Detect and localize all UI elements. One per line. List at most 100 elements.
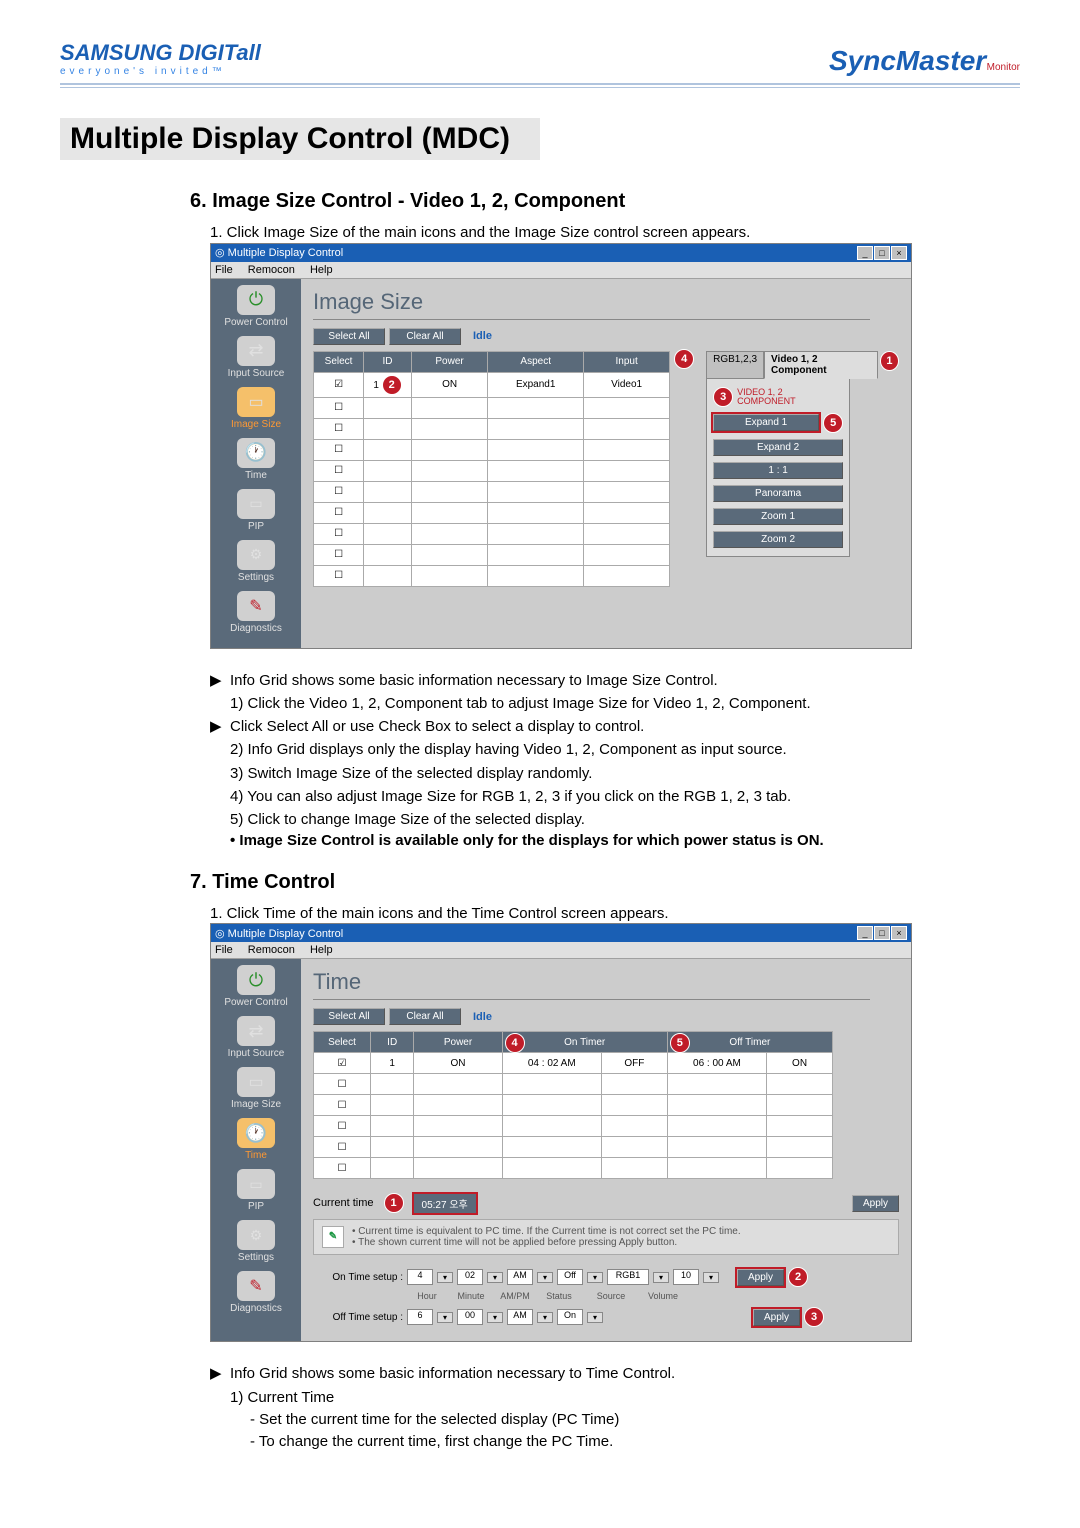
checkbox-cell[interactable]: ☑ xyxy=(314,372,364,397)
ratio-button[interactable]: 1 : 1 xyxy=(713,462,843,479)
sidebar-input[interactable]: ⇄Input Source xyxy=(221,1016,291,1059)
sidebar-diagnostics[interactable]: ✎Diagnostics xyxy=(221,591,291,634)
brand-tagline: everyone's invited™ xyxy=(60,66,261,77)
cell-id: 1 xyxy=(373,380,379,391)
clear-all-button[interactable]: Clear All xyxy=(389,1008,461,1025)
arrow-icon: ▶ xyxy=(210,1362,230,1385)
on-minute-input[interactable]: 02 xyxy=(457,1269,483,1285)
table-row[interactable]: ☐ xyxy=(314,502,670,523)
callout-4: 4 xyxy=(505,1033,525,1053)
sidebar-diagnostics[interactable]: ✎Diagnostics xyxy=(221,1271,291,1314)
expand1-button[interactable]: Expand 1 xyxy=(713,414,819,431)
page-header: SAMSUNG DIGITall everyone's invited™ Syn… xyxy=(60,40,1020,85)
col-id: ID xyxy=(364,351,412,372)
sidebar-pip[interactable]: ▭PIP xyxy=(221,489,291,532)
window-titlebar: ◎ Multiple Display Control _□× xyxy=(211,924,911,942)
menu-remocon[interactable]: Remocon xyxy=(248,264,295,276)
table-row[interactable]: ☐ xyxy=(314,565,670,586)
on-source-input[interactable]: RGB1 xyxy=(607,1269,649,1285)
info-grid[interactable]: Select ID Power Aspect Input ☑ 1 2 ON Ex… xyxy=(313,351,670,587)
table-row[interactable]: ☐ xyxy=(314,1074,833,1095)
sidebar-settings[interactable]: ⚙Settings xyxy=(221,540,291,583)
time-info-grid[interactable]: Select ID Power 4On Timer 5Off Timer ☑ 1… xyxy=(313,1031,833,1179)
sidebar-power[interactable]: ⏻Power Control xyxy=(221,965,291,1008)
screenshot-time: ◎ Multiple Display Control _□× File Remo… xyxy=(210,923,912,1342)
apply-button[interactable]: Apply xyxy=(852,1195,899,1212)
window-controls[interactable]: _□× xyxy=(856,926,907,940)
window-menubar[interactable]: File Remocon Help xyxy=(211,262,911,279)
sidebar-power[interactable]: ⏻Power Control xyxy=(221,285,291,328)
zoom1-button[interactable]: Zoom 1 xyxy=(713,508,843,525)
menu-remocon[interactable]: Remocon xyxy=(248,944,295,956)
table-row[interactable]: ☐ xyxy=(314,418,670,439)
note-line-a: • Current time is equivalent to PC time.… xyxy=(352,1226,741,1237)
select-all-button[interactable]: Select All xyxy=(313,1008,385,1025)
off-hour-input[interactable]: 6 xyxy=(407,1309,433,1325)
aspect-tabs[interactable]: RGB1,2,3 Video 1, 2 Component 1 xyxy=(706,351,899,379)
panel-title: Time xyxy=(313,969,870,1000)
apply-on-button[interactable]: Apply xyxy=(737,1269,784,1286)
table-row[interactable]: ☐ xyxy=(314,544,670,565)
callout-5: 5 xyxy=(823,413,843,433)
select-all-button[interactable]: Select All xyxy=(313,328,385,345)
zoom2-button[interactable]: Zoom 2 xyxy=(713,531,843,548)
cell-id: 1 xyxy=(370,1053,414,1074)
sidebar-input[interactable]: ⇄Input Source xyxy=(221,336,291,379)
idle-label: Idle xyxy=(473,330,492,342)
callout-4: 4 xyxy=(674,349,694,369)
cell-on-status: OFF xyxy=(601,1053,667,1074)
table-row[interactable]: ☐ xyxy=(314,1095,833,1116)
sidebar-pip[interactable]: ▭PIP xyxy=(221,1169,291,1212)
section7-bullet1: Info Grid shows some basic information n… xyxy=(230,1362,675,1385)
menu-help[interactable]: Help xyxy=(310,944,333,956)
sidebar-time[interactable]: 🕐Time xyxy=(221,438,291,481)
col-select: Select xyxy=(314,351,364,372)
table-row[interactable]: ☐ xyxy=(314,523,670,544)
sidebar-image-size[interactable]: ▭Image Size xyxy=(221,387,291,430)
off-status-input[interactable]: On xyxy=(557,1309,583,1325)
col-power: Power xyxy=(411,351,487,372)
section6-note: • Image Size Control is available only f… xyxy=(230,831,1000,851)
table-row[interactable]: ☐ xyxy=(314,481,670,502)
on-hour-input[interactable]: 4 xyxy=(407,1269,433,1285)
table-row[interactable]: ☐ xyxy=(314,460,670,481)
table-row[interactable]: ☐ xyxy=(314,397,670,418)
table-row[interactable]: ☑ 1 2 ON Expand1 Video1 xyxy=(314,372,670,397)
tab-rgb[interactable]: RGB1,2,3 xyxy=(706,351,764,379)
cell-off-time: 06 : 00 AM xyxy=(667,1053,766,1074)
section6-n3: 3) Switch Image Size of the selected dis… xyxy=(230,762,1020,785)
on-sublabels: Hour Minute AM/PM Status Source Volume xyxy=(407,1291,899,1301)
expand2-button[interactable]: Expand 2 xyxy=(713,439,843,456)
table-row[interactable]: ☑ 1 ON 04 : 02 AM OFF 06 : 00 AM ON xyxy=(314,1053,833,1074)
off-minute-input[interactable]: 00 xyxy=(457,1309,483,1325)
section6-n2: 2) Info Grid displays only the display h… xyxy=(230,738,1020,761)
window-controls[interactable]: _□× xyxy=(856,246,907,260)
cell-power: ON xyxy=(411,372,487,397)
callout-5: 5 xyxy=(670,1033,690,1053)
sidebar-time[interactable]: 🕐Time xyxy=(221,1118,291,1161)
checkbox-cell[interactable]: ☑ xyxy=(314,1053,371,1074)
panorama-button[interactable]: Panorama xyxy=(713,485,843,502)
table-row[interactable]: ☐ xyxy=(314,439,670,460)
off-ampm-input[interactable]: AM xyxy=(507,1309,533,1325)
on-volume-input[interactable]: 10 xyxy=(673,1269,699,1285)
section7-intro: 1. Click Time of the main icons and the … xyxy=(210,904,960,924)
sidebar: ⏻Power Control ⇄Input Source ▭Image Size… xyxy=(211,279,301,648)
tab-video[interactable]: Video 1, 2 Component xyxy=(764,351,878,379)
window-titlebar: ◎ Multiple Display Control _□× xyxy=(211,244,911,262)
table-row[interactable]: ☐ xyxy=(314,1116,833,1137)
sidebar-settings[interactable]: ⚙Settings xyxy=(221,1220,291,1263)
arrow-icon: ▶ xyxy=(210,669,230,692)
on-status-input[interactable]: Off xyxy=(557,1269,583,1285)
table-row[interactable]: ☐ xyxy=(314,1137,833,1158)
menu-help[interactable]: Help xyxy=(310,264,333,276)
sidebar-image-size[interactable]: ▭Image Size xyxy=(221,1067,291,1110)
section7-n1: 1) Current Time xyxy=(230,1386,1020,1409)
apply-off-button[interactable]: Apply xyxy=(753,1309,800,1326)
menu-file[interactable]: File xyxy=(215,264,233,276)
clear-all-button[interactable]: Clear All xyxy=(389,328,461,345)
menu-file[interactable]: File xyxy=(215,944,233,956)
table-row[interactable]: ☐ xyxy=(314,1158,833,1179)
on-ampm-input[interactable]: AM xyxy=(507,1269,533,1285)
window-menubar[interactable]: File Remocon Help xyxy=(211,942,911,959)
